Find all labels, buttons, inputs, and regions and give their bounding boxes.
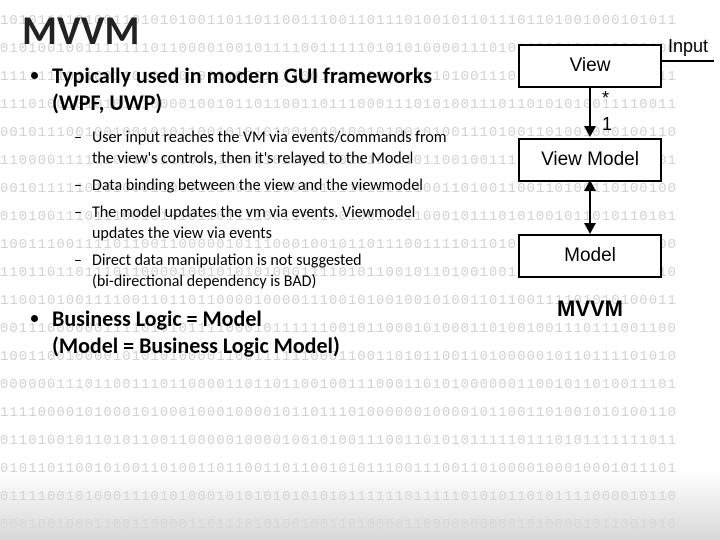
view-box: View <box>518 44 662 88</box>
slide-background: 1010111101001101010100110110110011100110… <box>0 0 720 540</box>
model-box: Model <box>518 234 662 278</box>
slide-content: MVVM Typically used in modern GUI framew… <box>12 6 465 366</box>
bullet-list: Typically used in modern GUI frameworks … <box>12 63 465 360</box>
sub-bullet-list: User input reaches the VM via events/com… <box>52 127 465 293</box>
sub-bullet-item: The model updates the vm via events. Vie… <box>74 202 465 244</box>
arrow-view-to-vm <box>584 86 596 137</box>
sub-bullet-item: Data binding between the view and the vi… <box>74 175 465 196</box>
bullet-item: Typically used in modern GUI frameworks … <box>52 63 465 292</box>
bullet-text: Typically used in modern GUI frameworks … <box>52 62 432 116</box>
viewmodel-box: View Model <box>518 138 662 182</box>
sub-bullet-item: Direct data manipulation is not suggeste… <box>74 250 465 292</box>
slide-title: MVVM <box>22 6 465 55</box>
mvvm-diagram: Input View * 1 View Model Model MVVM <box>470 38 710 378</box>
bullet-item: Business Logic = Model (Model = Business… <box>52 306 465 360</box>
sub-bullet-item: User input reaches the VM via events/com… <box>74 127 465 169</box>
bullet-text: Business Logic = Model (Model = Business… <box>52 305 340 359</box>
arrow-vm-model <box>584 180 596 234</box>
input-arrow <box>660 60 710 62</box>
input-label: Input <box>668 36 708 57</box>
multiplicity-one: 1 <box>602 114 612 135</box>
multiplicity-star: * <box>602 88 609 109</box>
diagram-caption: MVVM <box>557 296 623 322</box>
